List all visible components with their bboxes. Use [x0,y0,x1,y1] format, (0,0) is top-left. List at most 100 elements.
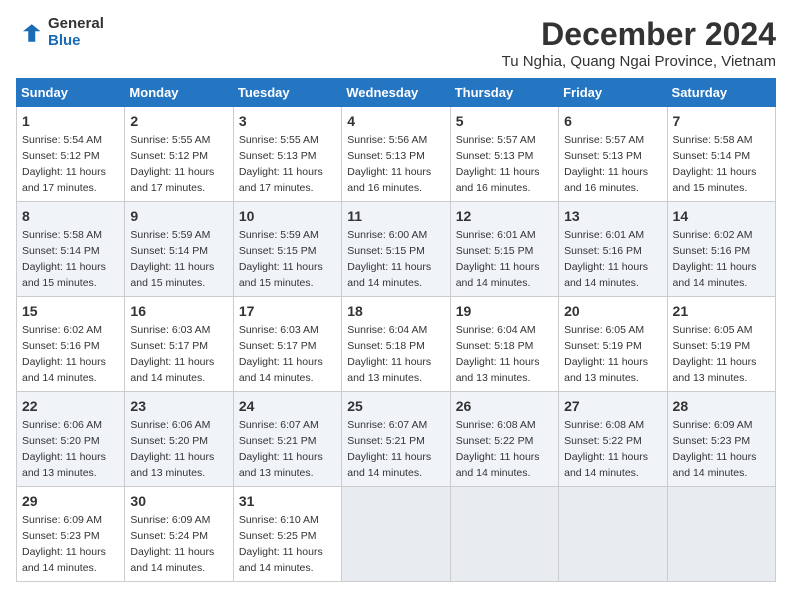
day-number: 26 [456,396,553,416]
day-number: 27 [564,396,661,416]
day-info: Sunrise: 5:59 AM Sunset: 5:14 PM Dayligh… [130,229,214,289]
day-cell: 18 Sunrise: 6:04 AM Sunset: 5:18 PM Dayli… [342,297,450,392]
week-row-5: 29Sunrise: 6:09 AM Sunset: 5:23 PM Dayli… [17,487,776,582]
day-info: Sunrise: 6:08 AM Sunset: 5:22 PM Dayligh… [564,419,648,479]
day-cell: 26 Sunrise: 6:08 AM Sunset: 5:22 PM Dayli… [450,392,558,487]
day-number: 15 [22,301,119,321]
day-info: Sunrise: 6:04 AM Sunset: 5:18 PM Dayligh… [347,324,431,384]
day-number: 16 [130,301,227,321]
logo: General Blue [16,16,104,49]
day-info: Sunrise: 6:09 AM Sunset: 5:23 PM Dayligh… [673,419,757,479]
day-number: 31 [239,491,336,511]
day-info: Sunrise: 6:10 AM Sunset: 5:25 PM Dayligh… [239,514,323,574]
day-info: Sunrise: 6:09 AM Sunset: 5:24 PM Dayligh… [130,514,214,574]
day-number: 28 [673,396,770,416]
day-cell: 31 Sunrise: 6:10 AM Sunset: 5:25 PM Dayli… [233,487,341,582]
day-cell: 22 Sunrise: 6:06 AM Sunset: 5:20 PM Dayli… [17,392,125,487]
day-info: Sunrise: 5:58 AM Sunset: 5:14 PM Dayligh… [22,229,106,289]
day-cell: 19 Sunrise: 6:04 AM Sunset: 5:18 PM Dayli… [450,297,558,392]
day-cell: 8 Sunrise: 5:58 AM Sunset: 5:14 PM Daylig… [17,202,125,297]
col-header-sunday: Sunday [17,79,125,107]
day-cell: 29Sunrise: 6:09 AM Sunset: 5:23 PM Dayli… [17,487,125,582]
day-number: 24 [239,396,336,416]
day-cell: 25 Sunrise: 6:07 AM Sunset: 5:21 PM Dayli… [342,392,450,487]
day-number: 25 [347,396,444,416]
day-number: 29 [22,491,119,511]
day-number: 7 [673,111,770,131]
day-number: 5 [456,111,553,131]
day-number: 17 [239,301,336,321]
day-number: 10 [239,206,336,226]
col-header-saturday: Saturday [667,79,775,107]
header: General Blue December 2024 Tu Nghia, Qua… [16,16,776,70]
day-number: 14 [673,206,770,226]
day-cell: 7 Sunrise: 5:58 AM Sunset: 5:14 PM Daylig… [667,107,775,202]
day-number: 18 [347,301,444,321]
day-cell: 6 Sunrise: 5:57 AM Sunset: 5:13 PM Daylig… [559,107,667,202]
day-info: Sunrise: 6:01 AM Sunset: 5:16 PM Dayligh… [564,229,648,289]
day-info: Sunrise: 6:06 AM Sunset: 5:20 PM Dayligh… [22,419,106,479]
day-number: 19 [456,301,553,321]
day-number: 30 [130,491,227,511]
day-info: Sunrise: 5:58 AM Sunset: 5:14 PM Dayligh… [673,134,757,194]
day-cell [450,487,558,582]
day-info: Sunrise: 5:56 AM Sunset: 5:13 PM Dayligh… [347,134,431,194]
day-cell: 3Sunrise: 5:55 AM Sunset: 5:13 PM Daylig… [233,107,341,202]
day-info: Sunrise: 5:55 AM Sunset: 5:12 PM Dayligh… [130,134,214,194]
day-number: 8 [22,206,119,226]
day-cell: 24 Sunrise: 6:07 AM Sunset: 5:21 PM Dayli… [233,392,341,487]
calendar: SundayMondayTuesdayWednesdayThursdayFrid… [16,78,776,582]
day-number: 13 [564,206,661,226]
day-cell: 23Sunrise: 6:06 AM Sunset: 5:20 PM Dayli… [125,392,233,487]
day-info: Sunrise: 5:57 AM Sunset: 5:13 PM Dayligh… [564,134,648,194]
day-cell: 2Sunrise: 5:55 AM Sunset: 5:12 PM Daylig… [125,107,233,202]
day-cell [342,487,450,582]
day-info: Sunrise: 5:59 AM Sunset: 5:15 PM Dayligh… [239,229,323,289]
day-cell: 5Sunrise: 5:57 AM Sunset: 5:13 PM Daylig… [450,107,558,202]
day-number: 1 [22,111,119,131]
col-header-wednesday: Wednesday [342,79,450,107]
day-cell: 21 Sunrise: 6:05 AM Sunset: 5:19 PM Dayli… [667,297,775,392]
day-number: 22 [22,396,119,416]
header-row: SundayMondayTuesdayWednesdayThursdayFrid… [17,79,776,107]
day-number: 3 [239,111,336,131]
day-cell: 13 Sunrise: 6:01 AM Sunset: 5:16 PM Dayli… [559,202,667,297]
col-header-friday: Friday [559,79,667,107]
day-cell: 4Sunrise: 5:56 AM Sunset: 5:13 PM Daylig… [342,107,450,202]
day-cell [667,487,775,582]
day-cell: 11 Sunrise: 6:00 AM Sunset: 5:15 PM Dayli… [342,202,450,297]
title-area: December 2024 Tu Nghia, Quang Ngai Provi… [502,16,776,70]
day-info: Sunrise: 6:03 AM Sunset: 5:17 PM Dayligh… [130,324,214,384]
day-number: 6 [564,111,661,131]
day-info: Sunrise: 6:00 AM Sunset: 5:15 PM Dayligh… [347,229,431,289]
day-cell: 30 Sunrise: 6:09 AM Sunset: 5:24 PM Dayli… [125,487,233,582]
day-cell: 17 Sunrise: 6:03 AM Sunset: 5:17 PM Dayli… [233,297,341,392]
day-info: Sunrise: 6:04 AM Sunset: 5:18 PM Dayligh… [456,324,540,384]
day-cell: 12Sunrise: 6:01 AM Sunset: 5:15 PM Dayli… [450,202,558,297]
day-number: 21 [673,301,770,321]
day-number: 11 [347,206,444,226]
day-cell: 16 Sunrise: 6:03 AM Sunset: 5:17 PM Dayli… [125,297,233,392]
day-info: Sunrise: 6:05 AM Sunset: 5:19 PM Dayligh… [673,324,757,384]
logo-general-text: General [48,16,104,33]
day-number: 9 [130,206,227,226]
day-cell: 27 Sunrise: 6:08 AM Sunset: 5:22 PM Dayli… [559,392,667,487]
day-info: Sunrise: 6:02 AM Sunset: 5:16 PM Dayligh… [22,324,106,384]
day-info: Sunrise: 6:05 AM Sunset: 5:19 PM Dayligh… [564,324,648,384]
day-cell: 10 Sunrise: 5:59 AM Sunset: 5:15 PM Dayli… [233,202,341,297]
week-row-4: 22 Sunrise: 6:06 AM Sunset: 5:20 PM Dayli… [17,392,776,487]
day-cell: 1Sunrise: 5:54 AM Sunset: 5:12 PM Daylig… [17,107,125,202]
week-row-3: 15 Sunrise: 6:02 AM Sunset: 5:16 PM Dayli… [17,297,776,392]
day-cell: 15 Sunrise: 6:02 AM Sunset: 5:16 PM Dayli… [17,297,125,392]
day-info: Sunrise: 6:07 AM Sunset: 5:21 PM Dayligh… [347,419,431,479]
day-info: Sunrise: 6:03 AM Sunset: 5:17 PM Dayligh… [239,324,323,384]
col-header-monday: Monday [125,79,233,107]
day-cell: 14Sunrise: 6:02 AM Sunset: 5:16 PM Dayli… [667,202,775,297]
day-info: Sunrise: 6:07 AM Sunset: 5:21 PM Dayligh… [239,419,323,479]
day-cell [559,487,667,582]
week-row-2: 8 Sunrise: 5:58 AM Sunset: 5:14 PM Daylig… [17,202,776,297]
day-info: Sunrise: 6:01 AM Sunset: 5:15 PM Dayligh… [456,229,540,289]
logo-text: General Blue [48,16,104,49]
location-title: Tu Nghia, Quang Ngai Province, Vietnam [502,53,776,70]
day-info: Sunrise: 6:08 AM Sunset: 5:22 PM Dayligh… [456,419,540,479]
